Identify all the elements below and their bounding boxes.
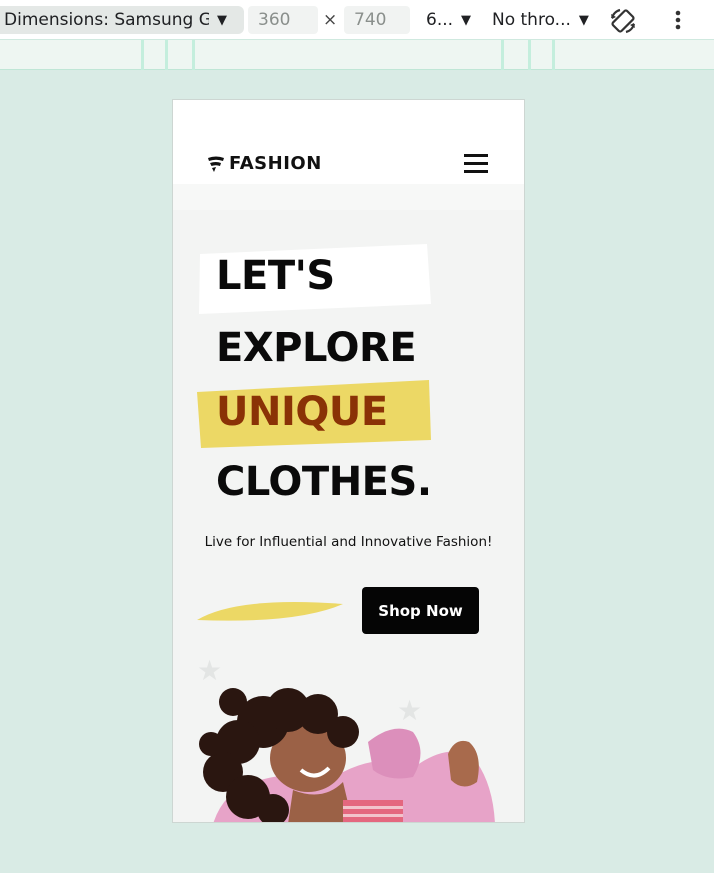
- zoom-label: 6...: [426, 10, 454, 30]
- zoom-dropdown[interactable]: 6... ▼: [426, 6, 471, 34]
- caret-down-icon: ▼: [217, 12, 227, 28]
- caret-down-icon: ▼: [578, 12, 589, 28]
- ruler-tick: [552, 40, 555, 70]
- hero-line-explore: EXPLORE: [216, 325, 417, 371]
- rotate-icon[interactable]: [608, 6, 638, 36]
- logo-icon: [208, 156, 224, 172]
- times-symbol: ×: [323, 10, 338, 30]
- hero-model-image: [199, 688, 495, 822]
- throttle-label: No thro...: [492, 10, 571, 30]
- hero-line-lets: LET'S: [216, 253, 335, 299]
- header-strip: [173, 184, 524, 210]
- hero-line-clothes: CLOTHES.: [216, 459, 432, 505]
- logo-text: FASHION: [229, 153, 322, 174]
- dimensions-label: Dimensions: Samsung G...: [4, 10, 209, 30]
- device-viewport: FASHION LET'S EXPLORE UNIQUE CLOTHES. Li…: [172, 99, 525, 823]
- caret-down-icon: ▼: [461, 12, 472, 28]
- width-input[interactable]: 360: [248, 6, 318, 34]
- hamburger-menu-icon[interactable]: [463, 151, 489, 175]
- throttle-dropdown[interactable]: No thro... ▼: [492, 6, 589, 34]
- yellow-swoosh: [197, 602, 343, 621]
- more-vertical-icon[interactable]: [668, 6, 688, 34]
- site-logo[interactable]: FASHION: [207, 153, 322, 174]
- ruler-tick: [141, 40, 144, 70]
- ruler-tick: [192, 40, 195, 70]
- height-input[interactable]: 740: [344, 6, 410, 34]
- hero-tagline: Live for Influential and Innovative Fash…: [204, 534, 493, 550]
- star-icon: ★: [197, 654, 223, 687]
- hero-line-unique: UNIQUE: [216, 389, 388, 435]
- media-query-ruler[interactable]: [0, 40, 714, 70]
- ruler-tick: [501, 40, 504, 70]
- ruler-tick: [165, 40, 168, 70]
- shop-now-button[interactable]: Shop Now: [362, 587, 479, 634]
- ruler-tick: [528, 40, 531, 70]
- dimensions-dropdown[interactable]: Dimensions: Samsung G... ▼: [0, 6, 244, 34]
- devtools-toolbar: Dimensions: Samsung G... ▼ 360 × 740 6..…: [0, 0, 714, 40]
